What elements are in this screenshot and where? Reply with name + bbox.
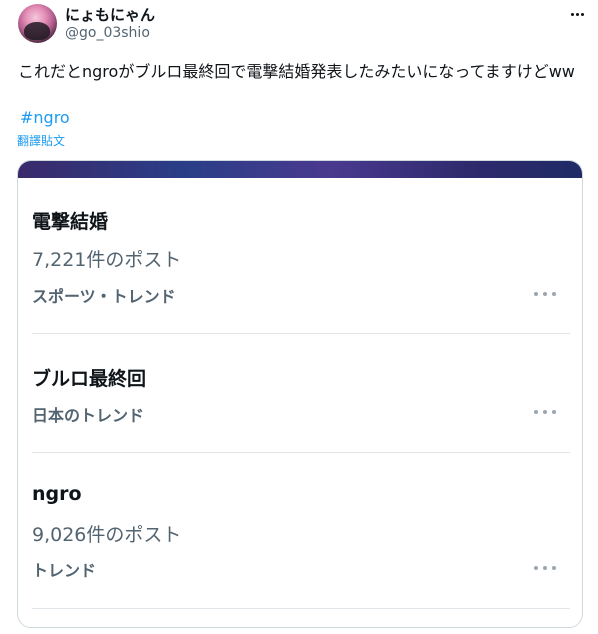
tweet-header: にょもにゃん @go_03shio (18, 4, 588, 44)
display-name[interactable]: にょもにゃん (65, 4, 155, 25)
trend-category: スポーツ・トレンド (32, 287, 176, 306)
tweet-text: これだとngroがブルロ最終回で電撃結婚発表したみたいになってますけどww (18, 62, 575, 81)
trend-item[interactable]: ngro 9,026件のポスト トレンド (18, 453, 582, 609)
more-icon[interactable] (534, 289, 556, 299)
trend-item[interactable]: ブルロ最終回 日本のトレンド (18, 334, 582, 452)
user-handle[interactable]: @go_03shio (65, 25, 150, 41)
trend-post-count: 9,026件のポスト (32, 524, 182, 546)
more-icon[interactable] (534, 563, 556, 573)
more-icon[interactable] (566, 6, 588, 22)
divider (32, 608, 570, 609)
trend-category: トレンド (32, 561, 97, 580)
trend-title: ngro (32, 483, 82, 505)
trend-item[interactable]: 電撃結婚 7,221件のポスト スポーツ・トレンド (18, 161, 582, 336)
translate-link[interactable]: 翻譯貼文 (17, 132, 65, 149)
more-icon[interactable] (534, 407, 556, 417)
avatar[interactable] (18, 4, 57, 43)
trend-title: ブルロ最終回 (32, 368, 147, 390)
trends-card: 電撃結婚 7,221件のポスト スポーツ・トレンド ブルロ最終回 日本のトレンド… (17, 160, 583, 628)
trend-category: 日本のトレンド (32, 406, 145, 425)
trend-title: 電撃結婚 (32, 211, 109, 233)
hashtag-link[interactable]: #ngro (20, 108, 70, 127)
trend-post-count: 7,221件のポスト (32, 249, 182, 271)
